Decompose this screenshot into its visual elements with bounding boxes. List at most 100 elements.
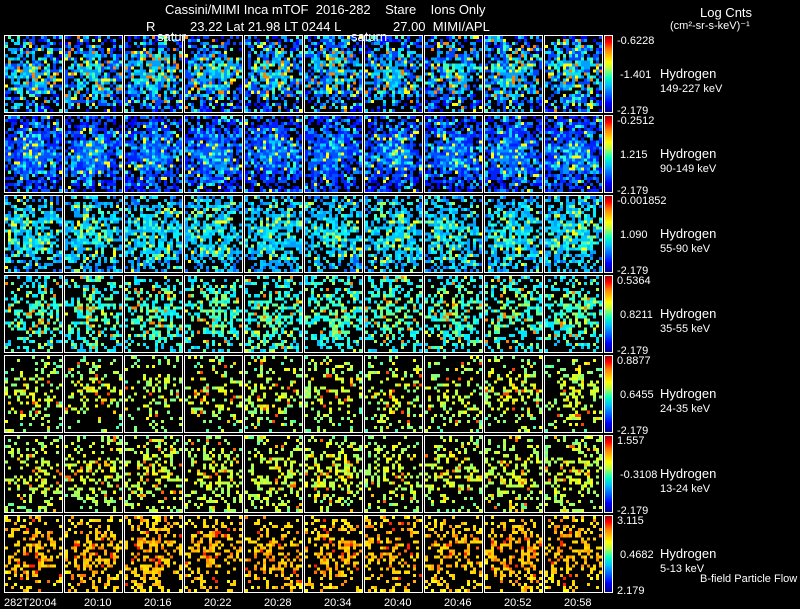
heatmap-panel <box>364 275 423 353</box>
heatmap-cells <box>485 356 542 432</box>
species-label: Hydrogen <box>660 226 717 241</box>
x-tick-label: 20:58 <box>564 597 592 609</box>
heatmap-panel <box>304 435 363 513</box>
heatmap-panel <box>64 115 123 193</box>
l-value-source: 27.00 MIMI/APL <box>393 19 490 34</box>
heatmap-panel <box>124 195 183 273</box>
species-label: Hydrogen <box>660 66 717 81</box>
heatmap-cells <box>365 516 422 592</box>
energy-range-label: 5-13 keV <box>660 563 705 575</box>
heatmap-panel <box>64 355 123 433</box>
heatmap-cells <box>125 196 182 272</box>
species-label: Hydrogen <box>660 546 717 561</box>
heatmap-cells <box>125 436 182 512</box>
heatmap-cells <box>185 356 242 432</box>
colorbar-mid-label: 1.090 <box>620 229 648 241</box>
colorbar <box>604 435 613 513</box>
heatmap-panel <box>424 435 483 513</box>
heatmap-cells <box>305 356 362 432</box>
heatmap-cells <box>485 116 542 192</box>
heatmap-panel <box>544 275 603 353</box>
heatmap-cells <box>425 116 482 192</box>
heatmap-panel <box>244 355 303 433</box>
heatmap-panel <box>4 195 63 273</box>
heatmap-cells <box>185 276 242 352</box>
footer-label: B-field Particle Flow <box>700 573 798 585</box>
x-tick-label: 20:22 <box>204 597 232 609</box>
heatmap-cells <box>305 276 362 352</box>
heatmap-panel <box>304 115 363 193</box>
heatmap-panel <box>64 35 123 113</box>
heatmap-cells <box>5 356 62 432</box>
heatmap-panel <box>124 435 183 513</box>
colorbar-max-label: 3.115 <box>617 515 644 527</box>
colorbar-mid-label: 0.8211 <box>620 309 653 321</box>
species-label: Hydrogen <box>660 146 717 161</box>
heatmap-panel <box>364 355 423 433</box>
species-label: Hydrogen <box>660 386 717 401</box>
heatmap-cells <box>125 516 182 592</box>
energy-range-label: 13-24 keV <box>660 483 711 495</box>
x-tick-label: 20:34 <box>324 597 352 609</box>
colorbar <box>604 355 613 433</box>
heatmap-panel <box>364 35 423 113</box>
species-label: Hydrogen <box>660 466 717 481</box>
heatmap-cells <box>65 436 122 512</box>
heatmap-cells <box>5 196 62 272</box>
heatmap-panel <box>124 355 183 433</box>
heatmap-panel <box>124 275 183 353</box>
heatmap-panel <box>484 515 543 593</box>
heatmap-panel <box>64 195 123 273</box>
x-tick-label: 20:52 <box>504 597 532 609</box>
heatmap-panel <box>4 115 63 193</box>
heatmap-panel <box>4 435 63 513</box>
plot-title: Cassini/MIMI Inca mTOF 2016-282 Stare Io… <box>165 2 486 17</box>
colorbar-max-label: 1.557 <box>617 435 645 447</box>
colorbar <box>604 115 613 193</box>
colorbar-title-units: (cm²-sr-s-keV)⁻¹ <box>670 20 750 32</box>
heatmap-cells <box>365 356 422 432</box>
heatmap-cells <box>125 116 182 192</box>
colorbar <box>604 195 613 273</box>
colorbar-mid-label: -0.3108 <box>620 469 658 481</box>
heatmap-panel <box>484 355 543 433</box>
heatmap-cells <box>185 516 242 592</box>
colorbar-max-label: -0.001852 <box>617 195 667 207</box>
colorbar-mid-label: 0.4682 <box>620 549 654 561</box>
heatmap-cells <box>545 196 602 272</box>
colorbar <box>604 35 613 113</box>
heatmap-panel <box>484 35 543 113</box>
heatmap-cells <box>365 196 422 272</box>
x-tick-label: 20:10 <box>84 597 112 609</box>
heatmap-panel <box>544 515 603 593</box>
heatmap-panel <box>364 435 423 513</box>
heatmap-cells <box>185 116 242 192</box>
heatmap-panel <box>64 435 123 513</box>
heatmap-panel <box>424 515 483 593</box>
heatmap-panel <box>304 195 363 273</box>
heatmap-cells <box>305 196 362 272</box>
heatmap-cells <box>65 36 122 112</box>
heatmap-panel <box>184 515 243 593</box>
saturn-label: saturn <box>351 29 388 44</box>
heatmap-panel <box>4 35 63 113</box>
heatmap-panel <box>484 195 543 273</box>
heatmap-panel <box>304 275 363 353</box>
heatmap-panel <box>424 115 483 193</box>
x-tick-label: 20:46 <box>444 597 472 609</box>
heatmap-cells <box>365 36 422 112</box>
heatmap-cells <box>65 196 122 272</box>
heatmap-cells <box>365 116 422 192</box>
heatmap-cells <box>425 516 482 592</box>
heatmap-panel <box>184 195 243 273</box>
heatmap-cells <box>485 516 542 592</box>
heatmap-panel <box>244 275 303 353</box>
species-label: Hydrogen <box>660 306 717 321</box>
colorbar-max-label: -0.2512 <box>617 115 655 127</box>
heatmap-panel <box>184 435 243 513</box>
heatmap-cells <box>125 36 182 112</box>
heatmap-cells <box>245 356 302 432</box>
heatmap-cells <box>545 36 602 112</box>
heatmap-cells <box>65 516 122 592</box>
heatmap-panel <box>484 115 543 193</box>
